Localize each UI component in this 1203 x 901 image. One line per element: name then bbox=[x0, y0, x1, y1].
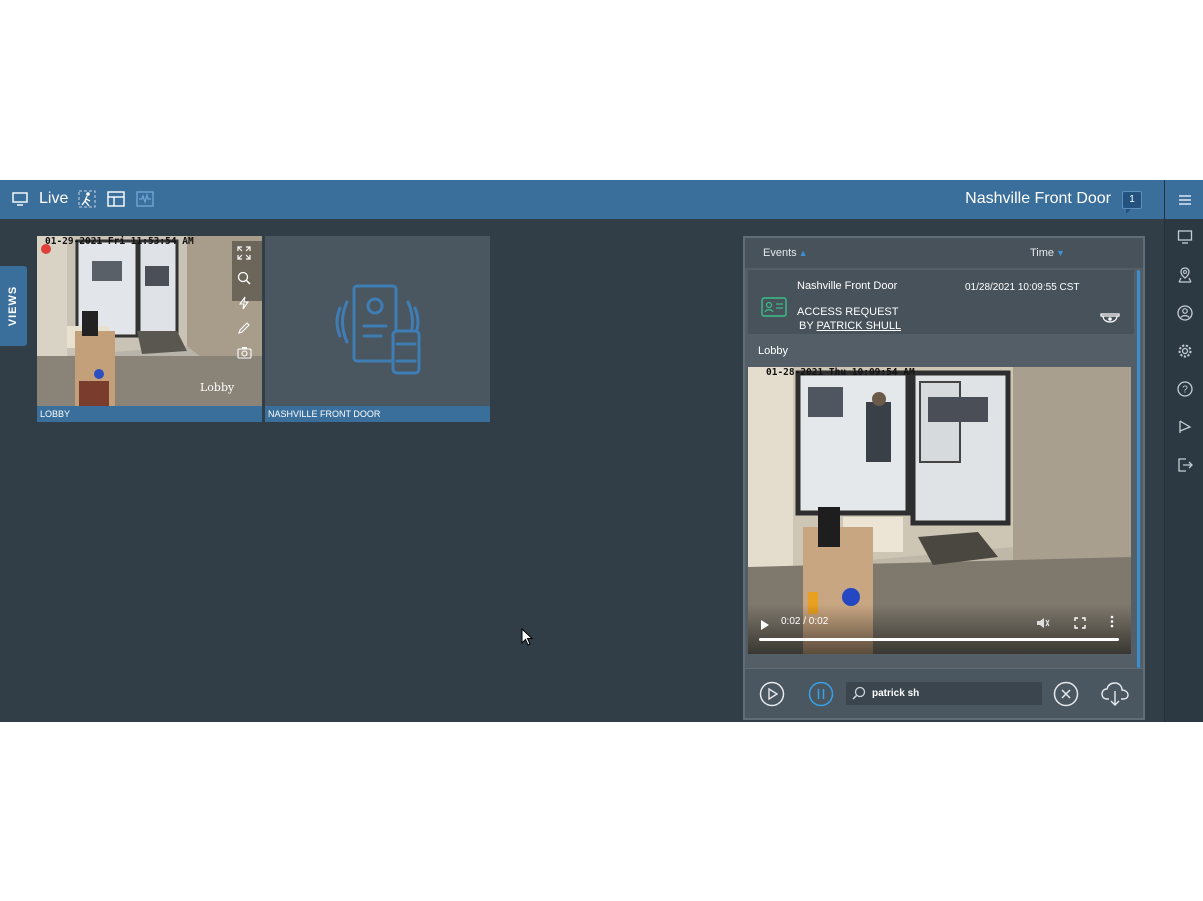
play-circle-icon[interactable] bbox=[759, 681, 785, 707]
lobby-watermark: Lobby bbox=[200, 381, 235, 394]
right-rail: ? bbox=[1164, 180, 1203, 722]
search-input[interactable] bbox=[872, 685, 1032, 702]
monitor-icon[interactable] bbox=[12, 192, 28, 211]
events-column-label: Events bbox=[763, 247, 797, 259]
layout-icon[interactable] bbox=[107, 190, 125, 213]
pencil-icon[interactable] bbox=[237, 319, 251, 336]
camera-tile-lobby[interactable]: 01-29-2021 Fri 11:53:54 AM Lobby LOBBY bbox=[37, 236, 262, 422]
event-by: BY PATRICK SHULL bbox=[799, 320, 901, 332]
events-toolbar bbox=[745, 668, 1143, 718]
event-datetime: 01/28/2021 10:09:55 CST bbox=[965, 282, 1080, 293]
tile-caption: LOBBY bbox=[37, 406, 262, 422]
sort-down-icon: ▼ bbox=[1056, 248, 1065, 258]
site-title: Nashville Front Door bbox=[965, 190, 1111, 207]
app-window: Live Nashville Front Door 1 ? VIEWS 01-2… bbox=[0, 180, 1203, 722]
video-time: 0:02 / 0:02 bbox=[781, 616, 829, 627]
events-column-header[interactable]: Events ▲ bbox=[763, 247, 808, 259]
gear-icon[interactable] bbox=[1165, 336, 1203, 366]
zoom-icon[interactable] bbox=[237, 269, 251, 286]
activity-icon[interactable] bbox=[78, 190, 96, 213]
search-icon bbox=[852, 686, 866, 705]
cloud-download-icon[interactable] bbox=[1101, 681, 1129, 707]
more-options-icon[interactable] bbox=[1110, 615, 1114, 633]
fullscreen-icon[interactable] bbox=[1074, 616, 1086, 634]
views-tab[interactable]: VIEWS bbox=[0, 266, 27, 346]
user-icon[interactable] bbox=[1165, 298, 1203, 328]
event-location: Nashville Front Door bbox=[797, 280, 898, 292]
clear-search-icon[interactable] bbox=[1053, 681, 1079, 707]
volume-icon[interactable] bbox=[1036, 616, 1050, 634]
clip-camera-label: Lobby bbox=[748, 336, 1131, 366]
lobby-camera-feed: 01-29-2021 Fri 11:53:54 AM Lobby bbox=[37, 236, 262, 406]
fullscreen-icon[interactable] bbox=[237, 244, 251, 261]
event-by-prefix: BY bbox=[799, 320, 817, 332]
help-icon[interactable]: ? bbox=[1165, 374, 1203, 404]
tile-caption: NASHVILLE FRONT DOOR bbox=[265, 406, 490, 422]
event-video-player[interactable]: 01-28-2021 Thu 10:09:54 AM 0:02 / 0:02 bbox=[748, 367, 1131, 654]
clip-timestamp: 01-28-2021 Thu 10:09:54 AM bbox=[766, 367, 915, 378]
event-user-link[interactable]: PATRICK SHULL bbox=[817, 320, 902, 332]
logout-icon[interactable] bbox=[1165, 450, 1203, 480]
svg-text:?: ? bbox=[1182, 385, 1188, 396]
camera-tile-nashville-front-door[interactable]: NASHVILLE FRONT DOOR bbox=[265, 236, 490, 422]
map-pin-icon[interactable] bbox=[1165, 260, 1203, 290]
notification-badge[interactable]: 1 bbox=[1122, 191, 1142, 214]
views-tab-label: VIEWS bbox=[7, 285, 20, 327]
mouse-cursor-icon bbox=[521, 627, 534, 651]
lobby-timestamp: 01-29-2021 Fri 11:53:54 AM bbox=[45, 236, 194, 247]
event-item[interactable]: Nashville Front Door 01/28/2021 10:09:55… bbox=[748, 270, 1134, 334]
live-label: Live bbox=[39, 190, 69, 207]
waveform-icon[interactable] bbox=[136, 190, 154, 213]
lightning-icon[interactable] bbox=[238, 294, 250, 311]
tile-toolbar bbox=[232, 244, 256, 361]
time-column-header[interactable]: Time ▼ bbox=[1030, 247, 1065, 259]
pause-circle-icon[interactable] bbox=[808, 681, 834, 707]
event-search-box bbox=[846, 682, 1042, 705]
time-column-label: Time bbox=[1030, 247, 1055, 259]
play-icon[interactable] bbox=[760, 617, 770, 635]
menu-icon[interactable] bbox=[1165, 180, 1203, 219]
dome-camera-icon[interactable] bbox=[1100, 312, 1120, 331]
monitor-icon[interactable] bbox=[1165, 222, 1203, 252]
video-progress-bar[interactable] bbox=[759, 638, 1119, 641]
sort-up-icon: ▲ bbox=[798, 248, 808, 258]
events-scrollbar[interactable] bbox=[1137, 270, 1140, 668]
events-panel: Events ▲ Time ▼ Nashville Front Door 01/28… bbox=[743, 236, 1145, 720]
camera-snapshot-icon[interactable] bbox=[236, 344, 252, 361]
id-card-icon bbox=[761, 297, 787, 322]
video-controls: 0:02 / 0:02 bbox=[748, 604, 1131, 654]
event-type: ACCESS REQUEST bbox=[797, 306, 899, 318]
top-bar: Live Nashville Front Door 1 bbox=[0, 180, 1164, 219]
events-header: Events ▲ Time ▼ bbox=[745, 238, 1143, 268]
door-reader-placeholder bbox=[265, 236, 490, 406]
flag-icon[interactable] bbox=[1165, 412, 1203, 442]
